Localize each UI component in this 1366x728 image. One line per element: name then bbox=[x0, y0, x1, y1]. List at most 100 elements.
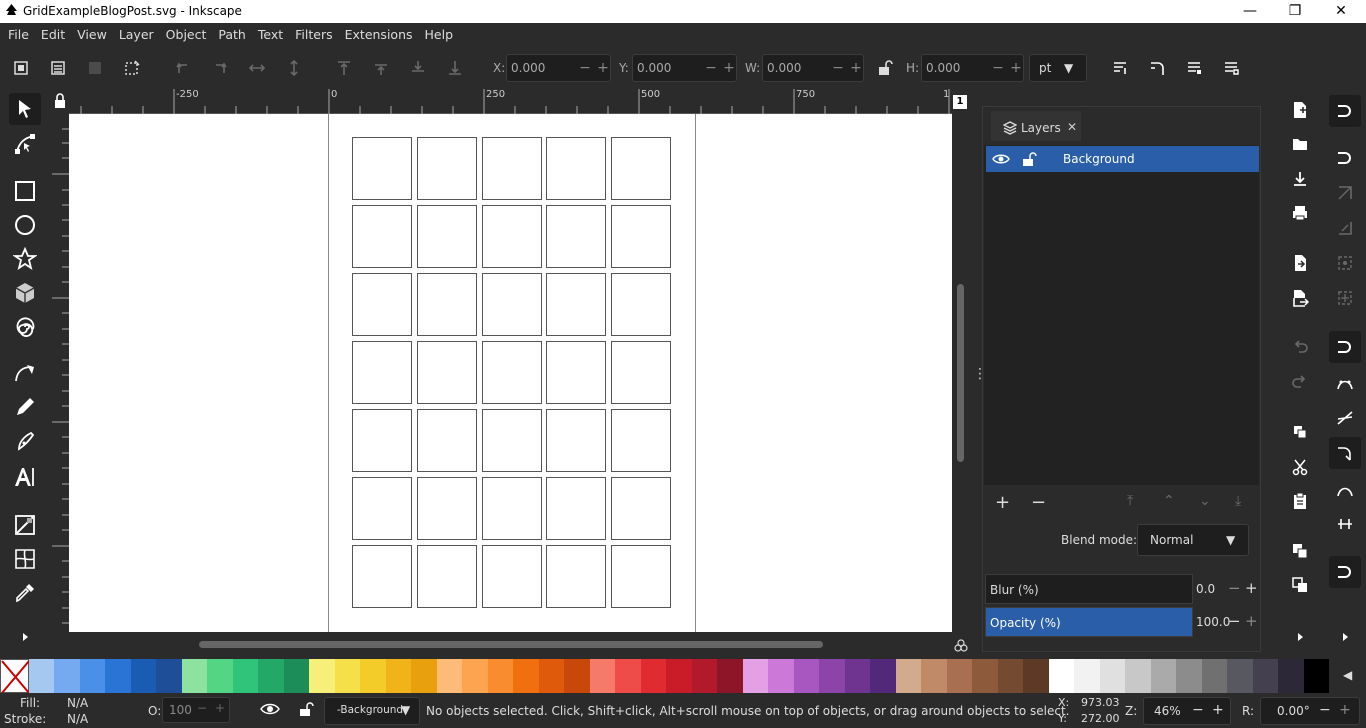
color-swatch[interactable] bbox=[997, 659, 1024, 693]
grid-cell[interactable] bbox=[611, 545, 672, 608]
grid-cell[interactable] bbox=[481, 341, 542, 404]
export-icon[interactable] bbox=[1289, 287, 1311, 309]
deselect-icon[interactable] bbox=[84, 57, 106, 79]
menu-view[interactable]: View bbox=[71, 23, 113, 47]
opacity-value[interactable]: 100.0 bbox=[1196, 615, 1230, 629]
lock-proportions-icon[interactable] bbox=[874, 57, 896, 79]
layer-name[interactable]: Background bbox=[1063, 152, 1135, 166]
horizontal-scrollbar[interactable] bbox=[52, 632, 970, 658]
menu-help[interactable]: Help bbox=[419, 23, 460, 47]
opacity-decrement[interactable]: − bbox=[1228, 612, 1241, 630]
paste-icon[interactable] bbox=[1289, 490, 1311, 512]
lower-to-bottom-icon[interactable] bbox=[444, 57, 466, 79]
vertical-scroll-thumb[interactable] bbox=[957, 284, 964, 462]
layer-down-icon[interactable]: ⌄ bbox=[1199, 493, 1211, 509]
color-swatch[interactable] bbox=[130, 659, 157, 693]
color-swatch[interactable] bbox=[1227, 659, 1254, 693]
flip-vertical-icon[interactable] bbox=[283, 57, 305, 79]
menu-filters[interactable]: Filters bbox=[289, 23, 338, 47]
color-swatch[interactable] bbox=[411, 659, 438, 693]
dropper-tool-icon[interactable] bbox=[9, 577, 41, 609]
color-swatch[interactable] bbox=[615, 659, 642, 693]
color-swatch[interactable] bbox=[385, 659, 412, 693]
grid-cell[interactable] bbox=[416, 273, 477, 336]
grid-cell[interactable] bbox=[352, 205, 412, 268]
color-swatch[interactable] bbox=[1074, 659, 1101, 693]
x-input[interactable]: 0.000− + bbox=[506, 54, 611, 82]
lower-icon[interactable] bbox=[407, 57, 429, 79]
color-swatch[interactable] bbox=[1023, 659, 1050, 693]
opacity-increment[interactable]: + bbox=[1245, 612, 1258, 630]
grid-cell[interactable] bbox=[546, 409, 607, 472]
star-tool-icon[interactable] bbox=[9, 243, 41, 275]
import-icon[interactable] bbox=[1289, 252, 1311, 274]
restore-button[interactable]: ❐ bbox=[1272, 0, 1318, 23]
color-swatch[interactable] bbox=[640, 659, 667, 693]
color-swatch[interactable] bbox=[283, 659, 310, 693]
duplicate-icon[interactable] bbox=[1289, 540, 1311, 562]
grid-cell[interactable] bbox=[352, 477, 412, 540]
color-swatch[interactable] bbox=[232, 659, 259, 693]
grid-cell[interactable] bbox=[416, 545, 477, 608]
add-layer-icon[interactable]: + bbox=[995, 492, 1010, 513]
menu-file[interactable]: File bbox=[2, 23, 35, 47]
horizontal-scroll-thumb[interactable] bbox=[199, 641, 823, 648]
color-swatch[interactable] bbox=[258, 659, 285, 693]
snap-midpoints-icon[interactable] bbox=[1334, 513, 1356, 535]
3d-box-tool-icon[interactable] bbox=[9, 277, 41, 309]
snap-smooth-nodes-icon[interactable] bbox=[1334, 479, 1356, 501]
grid-cell[interactable] bbox=[546, 205, 607, 268]
color-swatch[interactable] bbox=[156, 659, 183, 693]
grid-cell[interactable] bbox=[416, 137, 477, 200]
layer-to-bottom-icon[interactable]: ⤓ bbox=[1235, 493, 1241, 509]
color-swatch[interactable] bbox=[1303, 659, 1330, 693]
toolbox-expand-icon[interactable] bbox=[9, 621, 41, 653]
snap-bbox-midpoints-icon[interactable] bbox=[1334, 252, 1356, 274]
calligraphy-tool-icon[interactable] bbox=[9, 425, 41, 457]
grid-cell[interactable] bbox=[481, 545, 542, 608]
raise-icon[interactable] bbox=[370, 57, 392, 79]
clone-icon[interactable] bbox=[1289, 574, 1311, 596]
color-swatch[interactable] bbox=[666, 659, 693, 693]
color-swatch[interactable] bbox=[1201, 659, 1228, 693]
grid-cell[interactable] bbox=[481, 205, 542, 268]
menu-text[interactable]: Text bbox=[252, 23, 289, 47]
zoom-in-button[interactable]: + bbox=[1212, 702, 1224, 718]
color-swatch[interactable] bbox=[1048, 659, 1075, 693]
color-swatch[interactable] bbox=[921, 659, 948, 693]
opacity-slider[interactable]: Opacity (%) bbox=[985, 607, 1193, 637]
unlock-icon[interactable] bbox=[1021, 151, 1037, 170]
selector-tool-icon[interactable] bbox=[9, 93, 41, 125]
fill-value[interactable]: N/A bbox=[67, 696, 88, 710]
color-swatch[interactable] bbox=[181, 659, 208, 693]
grid-cell[interactable] bbox=[352, 273, 412, 336]
color-swatch[interactable] bbox=[207, 659, 234, 693]
color-swatch[interactable] bbox=[946, 659, 973, 693]
grid-cell[interactable] bbox=[352, 409, 412, 472]
color-swatch[interactable] bbox=[895, 659, 922, 693]
grid-cell[interactable] bbox=[546, 273, 607, 336]
snap-bbox-corners-icon[interactable] bbox=[1334, 217, 1356, 239]
new-document-icon[interactable] bbox=[1289, 99, 1311, 121]
w-input[interactable]: 0.000− + bbox=[762, 54, 864, 82]
color-swatch[interactable] bbox=[742, 659, 769, 693]
redo-icon[interactable] bbox=[1289, 371, 1311, 393]
close-tab-icon[interactable]: ✕ bbox=[1067, 120, 1077, 134]
menu-layer[interactable]: Layer bbox=[113, 23, 160, 47]
color-swatch[interactable] bbox=[1176, 659, 1203, 693]
grid-cell[interactable] bbox=[611, 341, 672, 404]
object-opacity-input[interactable]: 100 − + bbox=[162, 697, 230, 723]
color-swatch[interactable] bbox=[54, 659, 81, 693]
select-all-layers-icon[interactable] bbox=[47, 57, 69, 79]
snap-toggle-icon[interactable] bbox=[1329, 95, 1361, 127]
stroke-value[interactable]: N/A bbox=[67, 712, 88, 726]
color-swatch[interactable] bbox=[691, 659, 718, 693]
tab-layers[interactable]: Layers ✕ bbox=[991, 111, 1081, 143]
bezier-tool-icon[interactable] bbox=[9, 357, 41, 389]
snap-nodes-icon[interactable] bbox=[1329, 331, 1361, 363]
color-swatch[interactable] bbox=[1150, 659, 1177, 693]
snap-bbox-edges-icon[interactable] bbox=[1334, 182, 1356, 204]
color-swatch[interactable] bbox=[819, 659, 846, 693]
rotation-input[interactable]: 0.00° − + bbox=[1260, 697, 1360, 725]
menu-object[interactable]: Object bbox=[160, 23, 213, 47]
